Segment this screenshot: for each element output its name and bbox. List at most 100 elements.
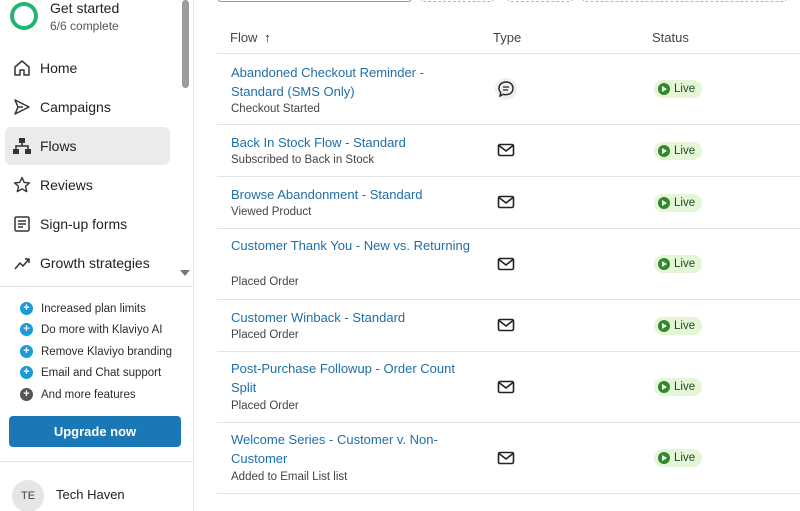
email-icon xyxy=(495,447,517,469)
status-badge: Live xyxy=(654,378,703,396)
flow-name-link[interactable]: Back In Stock Flow - Standard xyxy=(231,133,476,152)
upsell-item: + Increased plan limits xyxy=(20,302,146,315)
filter-button[interactable] xyxy=(582,0,787,2)
table-row[interactable]: Customer Winback - Standard Placed Order… xyxy=(217,300,800,352)
send-icon xyxy=(11,96,33,118)
email-icon xyxy=(495,314,517,336)
account-name[interactable]: Tech Haven xyxy=(56,487,125,502)
table-row[interactable]: Customer Thank You - New vs. Returning P… xyxy=(217,229,800,300)
status-label: Live xyxy=(674,381,696,393)
column-header-status: Status xyxy=(652,30,689,45)
plus-icon: + xyxy=(20,388,33,401)
sidebar-divider xyxy=(0,461,193,462)
flow-name-link[interactable]: Abandoned Checkout Reminder - Standard (… xyxy=(231,63,476,101)
sidebar-item-reviews[interactable]: Reviews xyxy=(5,166,170,204)
star-icon xyxy=(11,174,33,196)
column-header-type: Type xyxy=(493,30,522,45)
upsell-label: Remove Klaviyo branding xyxy=(41,345,173,358)
upsell-label: Increased plan limits xyxy=(41,302,146,315)
avatar[interactable]: TE xyxy=(12,480,44,511)
sms-icon xyxy=(495,78,517,100)
sidebar: Get started 6/6 complete Home Campaigns … xyxy=(0,0,194,511)
flow-trigger: Subscribed to Back in Stock xyxy=(231,154,375,166)
status-badge: Live xyxy=(654,142,703,160)
table-row[interactable]: Abandoned Checkout Reminder - Standard (… xyxy=(217,54,800,125)
upsell-label: Email and Chat support xyxy=(41,366,162,379)
play-icon xyxy=(658,452,670,464)
upgrade-now-button[interactable]: Upgrade now xyxy=(9,416,181,447)
upsell-label: Do more with Klaviyo AI xyxy=(41,323,163,336)
plus-icon: + xyxy=(20,345,33,358)
sidebar-divider xyxy=(0,286,193,287)
getting-started[interactable]: Get started 6/6 complete xyxy=(10,0,180,40)
play-icon xyxy=(658,197,670,209)
sidebar-scrollbar[interactable] xyxy=(182,0,189,88)
status-label: Live xyxy=(674,83,696,95)
sidebar-item-label: Growth strategies xyxy=(40,255,150,271)
trend-icon xyxy=(11,252,33,274)
table-row[interactable]: Post-Purchase Followup - Order Count Spl… xyxy=(217,352,800,423)
upsell-label: And more features xyxy=(41,388,136,401)
upsell-item: + Email and Chat support xyxy=(20,366,161,379)
email-icon xyxy=(495,376,517,398)
sidebar-item-signup-forms[interactable]: Sign-up forms xyxy=(5,205,170,243)
getting-started-title: Get started xyxy=(50,0,120,16)
home-icon xyxy=(11,57,33,79)
email-icon xyxy=(495,191,517,213)
form-icon xyxy=(11,213,33,235)
status-label: Live xyxy=(674,452,696,464)
progress-ring-icon xyxy=(10,2,38,30)
sort-ascending-icon: ↑ xyxy=(264,30,271,45)
status-badge: Live xyxy=(654,255,703,273)
search-input[interactable] xyxy=(217,0,412,2)
upsell-item: + Do more with Klaviyo AI xyxy=(20,323,162,336)
flow-trigger: Added to Email List list xyxy=(231,471,348,483)
flow-trigger: Viewed Product xyxy=(231,206,312,218)
getting-started-progress: 6/6 complete xyxy=(50,19,119,33)
filter-button[interactable] xyxy=(507,0,573,2)
play-icon xyxy=(658,83,670,95)
flow-trigger: Checkout Started xyxy=(231,103,320,115)
play-icon xyxy=(658,320,670,332)
flow-name-link[interactable]: Customer Winback - Standard xyxy=(231,308,476,327)
play-icon xyxy=(658,381,670,393)
status-label: Live xyxy=(674,145,696,157)
sidebar-item-home[interactable]: Home xyxy=(5,49,170,87)
table-row[interactable]: Welcome Series - Customer v. Non-Custome… xyxy=(217,423,800,494)
filter-button[interactable] xyxy=(420,0,494,2)
sidebar-item-growth-strategies[interactable]: Growth strategies xyxy=(5,244,170,282)
sidebar-item-label: Campaigns xyxy=(40,99,111,115)
upsell-item: + And more features xyxy=(20,388,136,401)
status-label: Live xyxy=(674,320,696,332)
sidebar-item-label: Flows xyxy=(40,138,77,154)
sidebar-item-label: Reviews xyxy=(40,177,93,193)
status-badge: Live xyxy=(654,194,703,212)
play-icon xyxy=(658,258,670,270)
plus-icon: + xyxy=(20,366,33,379)
flow-trigger: Placed Order xyxy=(231,329,299,341)
email-icon xyxy=(495,139,517,161)
sidebar-item-campaigns[interactable]: Campaigns xyxy=(5,88,170,126)
flow-trigger: Placed Order xyxy=(231,276,299,288)
scroll-down-icon[interactable] xyxy=(180,270,190,276)
sidebar-item-label: Sign-up forms xyxy=(40,216,128,232)
table-row[interactable]: Back In Stock Flow - Standard Subscribed… xyxy=(217,125,800,177)
table-row[interactable]: Browse Abandonment - Standard Viewed Pro… xyxy=(217,177,800,229)
flow-name-link[interactable]: Customer Thank You - New vs. Returning xyxy=(231,236,476,255)
flow-name-link[interactable]: Browse Abandonment - Standard xyxy=(231,185,476,204)
status-badge: Live xyxy=(654,80,703,98)
upsell-item: + Remove Klaviyo branding xyxy=(20,345,172,358)
column-header-flow[interactable]: Flow ↑ xyxy=(230,30,271,45)
status-label: Live xyxy=(674,197,696,209)
flow-trigger: Placed Order xyxy=(231,400,299,412)
flow-name-link[interactable]: Post-Purchase Followup - Order Count Spl… xyxy=(231,359,476,397)
sidebar-item-flows[interactable]: Flows xyxy=(5,127,170,165)
status-badge: Live xyxy=(654,317,703,335)
plus-icon: + xyxy=(20,323,33,336)
play-icon xyxy=(658,145,670,157)
plus-icon: + xyxy=(20,302,33,315)
flow-name-link[interactable]: Welcome Series - Customer v. Non-Custome… xyxy=(231,430,476,468)
status-label: Live xyxy=(674,258,696,270)
column-header-label: Flow xyxy=(230,30,258,45)
email-icon xyxy=(495,253,517,275)
